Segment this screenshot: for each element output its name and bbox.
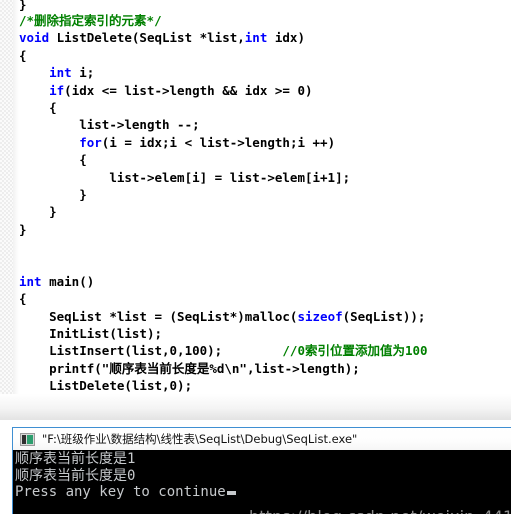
source-code-block[interactable]: }/*删除指定索引的元素*/void ListDelete(SeqList *l… xyxy=(0,0,511,420)
code-token: { xyxy=(49,99,57,115)
code-token: (SeqList)); xyxy=(342,308,426,324)
code-line: void ListDelete(SeqList *list,int idx) xyxy=(0,29,511,46)
code-line: } xyxy=(0,221,511,238)
code-token: printf("顺序表当前长度是%d\n",list->length); xyxy=(49,360,360,376)
console-prompt-line: Press any key to continue xyxy=(15,484,226,500)
code-line: printf("顺序表当前长度是%d\n",list->length); xyxy=(0,360,511,377)
code-token: InitList(list); xyxy=(49,326,162,342)
console-titlebar[interactable]: "F:\班级作业\数据结构\线性表\SeqList\Debug\SeqList.… xyxy=(13,428,511,450)
code-line: ListDelete(list,0); xyxy=(0,377,511,394)
code-token: if xyxy=(49,82,65,98)
code-token: int xyxy=(244,30,268,46)
console-cursor xyxy=(226,491,236,495)
code-token: } xyxy=(19,0,27,12)
code-line: if(idx <= list->length && idx >= 0) xyxy=(0,82,511,99)
code-token: } xyxy=(49,204,57,220)
code-token: /*删除指定索引的元素*/ xyxy=(19,13,162,28)
code-token: ListDelete(list,0); xyxy=(49,378,193,394)
console-output-area[interactable]: 顺序表当前长度是1 顺序表当前长度是0 Press any key to con… xyxy=(13,450,511,514)
console-window[interactable]: "F:\班级作业\数据结构\线性表\SeqList\Debug\SeqList.… xyxy=(12,427,511,514)
code-line: int main() xyxy=(0,273,511,290)
code-line: for(i = idx;i < list->length;i ++) xyxy=(0,134,511,151)
console-window-icon xyxy=(20,432,35,446)
code-line: { xyxy=(0,151,511,168)
code-token: { xyxy=(19,47,27,63)
console-title-text: "F:\班级作业\数据结构\线性表\SeqList\Debug\SeqList.… xyxy=(42,432,358,446)
code-line: ​ xyxy=(0,255,511,272)
watermark-url: https://blog.csdn.net/weixin_44112790 xyxy=(249,507,511,514)
code-token: (i = idx;i < list->length;i ++) xyxy=(101,134,336,150)
code-line: /*删除指定索引的元素*/ xyxy=(0,12,511,29)
code-line: { xyxy=(0,99,511,116)
code-line: SeqList *list = (SeqList*)malloc(sizeof(… xyxy=(0,308,511,325)
code-token: ListDelete(SeqList *list, xyxy=(49,30,245,46)
code-line: { xyxy=(0,290,511,307)
code-token: { xyxy=(79,152,87,168)
code-token: sizeof xyxy=(297,308,343,324)
code-token: int xyxy=(49,65,72,81)
code-token: SeqList *list = (SeqList*)malloc( xyxy=(49,308,298,324)
code-line: ​ xyxy=(0,238,511,255)
code-line: } xyxy=(0,203,511,220)
code-token: } xyxy=(79,186,87,202)
code-token: //0索引位置添加值为100 xyxy=(282,343,428,359)
console-output-line: 顺序表当前长度是1 xyxy=(15,451,136,467)
code-line: list->length --; xyxy=(0,116,511,133)
code-token: main() xyxy=(41,273,95,289)
code-token: { xyxy=(19,291,27,307)
code-token: idx) xyxy=(267,30,305,46)
code-line: ListInsert(list,0,100); //0索引位置添加值为100 xyxy=(0,342,511,359)
console-output-line: 顺序表当前长度是0 xyxy=(15,467,136,484)
code-token: list->length --; xyxy=(79,117,200,133)
code-token: int xyxy=(19,273,42,289)
code-editor-pane[interactable]: }/*删除指定索引的元素*/void ListDelete(SeqList *l… xyxy=(0,0,511,420)
code-line: { xyxy=(0,47,511,64)
editor-bottom-fade xyxy=(0,394,511,420)
code-token: ListInsert(list,0,100); xyxy=(49,343,283,359)
code-token: (idx <= list->length && idx >= 0) xyxy=(64,82,313,98)
code-line: InitList(list); xyxy=(0,325,511,342)
code-token: for xyxy=(79,134,102,150)
code-token: i; xyxy=(71,65,95,81)
code-line: } xyxy=(0,0,511,12)
code-token: void xyxy=(19,30,50,46)
console-output-text: 顺序表当前长度是1 顺序表当前长度是0 Press any key to con… xyxy=(15,451,511,501)
code-line: list->elem[i] = list->elem[i+1]; xyxy=(0,169,511,186)
code-line: } xyxy=(0,186,511,203)
code-token: } xyxy=(19,221,27,237)
code-token: list->elem[i] = list->elem[i+1]; xyxy=(109,169,351,185)
code-line: int i; xyxy=(0,64,511,81)
